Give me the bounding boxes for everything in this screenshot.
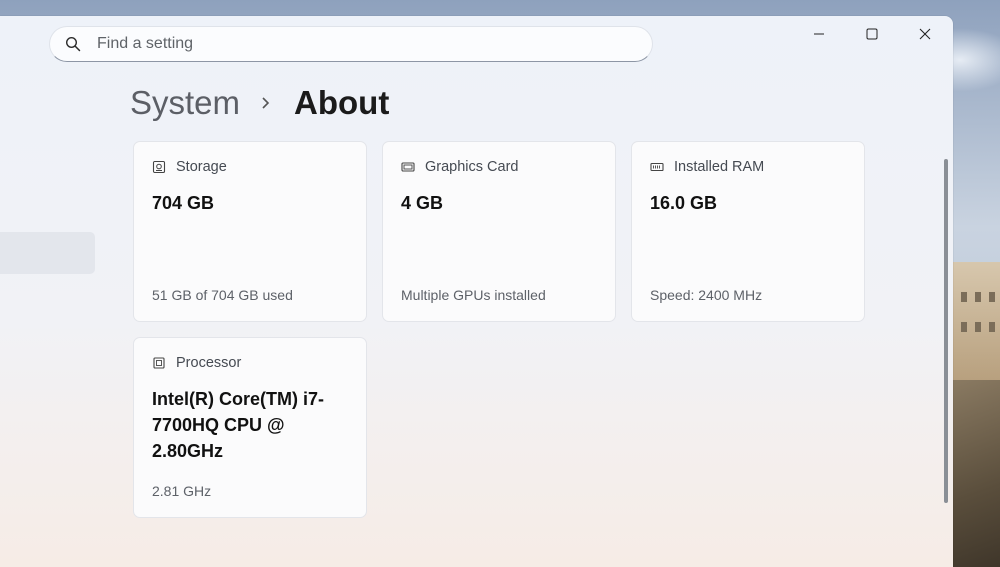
ram-icon <box>650 162 664 172</box>
page-title: About <box>294 84 390 121</box>
chevron-right-icon <box>262 97 270 109</box>
graphics-card-detail: Multiple GPUs installed <box>401 287 546 303</box>
breadcrumb: System About <box>130 84 389 122</box>
sidebar-item-selected[interactable] <box>0 232 95 274</box>
installed-ram-value: 16.0 GB <box>650 193 718 213</box>
minimize-icon <box>814 33 824 35</box>
storage-label: Storage <box>176 159 227 175</box>
search-box[interactable]: Find a setting <box>49 26 653 62</box>
storage-card: Storage 704 GB 51 GB of 704 GB used <box>133 141 367 322</box>
search-icon <box>65 36 81 52</box>
search-input[interactable]: Find a setting <box>97 35 193 53</box>
processor-detail: 2.81 GHz <box>152 483 212 499</box>
processor-icon <box>153 357 165 369</box>
close-icon <box>919 28 931 40</box>
storage-detail: 51 GB of 704 GB used <box>152 287 293 303</box>
graphics-card-label: Graphics Card <box>425 159 519 175</box>
minimize-button[interactable] <box>804 22 834 46</box>
graphics-card-icon <box>401 162 415 172</box>
installed-ram-detail: Speed: 2400 MHz <box>650 287 763 303</box>
processor-label: Processor <box>176 355 242 371</box>
settings-window: Find a setting System About Storage 704 … <box>0 16 953 567</box>
graphics-card-card: Graphics Card 4 GB Multiple GPUs install… <box>382 141 616 322</box>
desktop-wallpaper-cliff <box>953 380 1000 567</box>
processor-card: Processor Intel(R) Core(TM) i7-7700HQ CP… <box>133 337 367 518</box>
installed-ram-label: Installed RAM <box>674 159 765 175</box>
maximize-button[interactable] <box>857 22 887 46</box>
close-button[interactable] <box>910 22 940 46</box>
installed-ram-card: Installed RAM 16.0 GB Speed: 2400 MHz <box>631 141 865 322</box>
graphics-card-value: 4 GB <box>401 193 444 213</box>
maximize-icon <box>866 28 878 40</box>
storage-value: 704 GB <box>152 193 215 213</box>
storage-icon <box>152 160 166 174</box>
processor-value: Intel(R) Core(TM) i7-7700HQ CPU @ 2.80GH… <box>152 389 324 461</box>
breadcrumb-system-link[interactable]: System <box>130 84 240 122</box>
scrollbar[interactable] <box>944 159 948 503</box>
